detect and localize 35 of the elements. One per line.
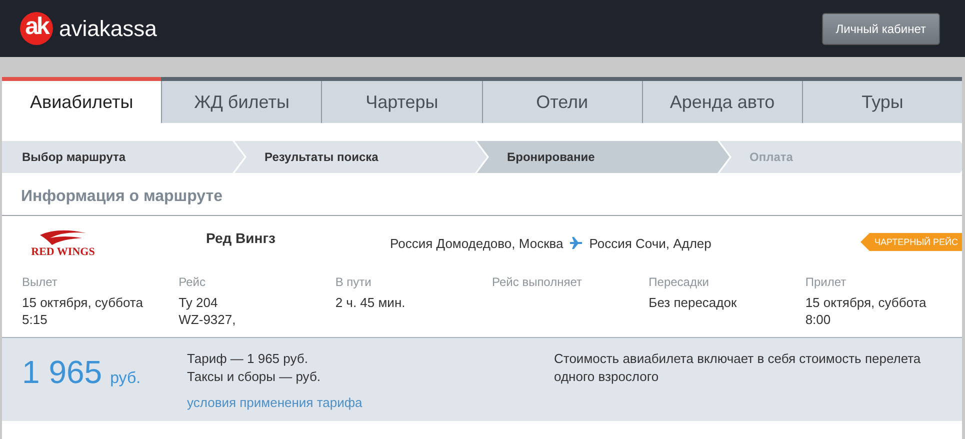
origin: Россия Домодедово, Москва [390,236,564,250]
detail-value: Без пересадок [648,294,737,311]
detail-label: Пересадки [648,275,709,289]
logo-text: aviakassa [59,16,157,42]
taxes-text: Таксы и сборы — руб. [187,368,321,386]
account-button[interactable]: Личный кабинет [822,12,940,44]
detail-value: 5:15 [22,311,48,328]
detail-value: 8:00 [805,311,831,328]
detail-label: В пути [335,275,372,289]
detail-value: Ту 204 [178,294,218,311]
airline-name: Ред Вингз [206,230,277,246]
airline-logo-text: RED WINGS [31,246,95,258]
price-amount: 1 965 [22,354,102,391]
step: Выбор маршрута [2,141,244,173]
detail-value: WZ-9327, [178,311,236,328]
detail-label: Рейс выполняет [492,275,582,289]
price-currency: руб. [110,370,141,388]
tab[interactable]: ЖД билеты [161,81,322,123]
tab[interactable]: Авиабилеты [2,77,162,123]
detail-label: Рейс [178,275,206,289]
step: Бронирование [477,141,730,173]
step: Оплата [720,141,962,173]
charter-badge: ЧАРТЕРНЫЙ РЕЙС [860,233,962,251]
detail-value: 2 ч. 45 мин. [335,294,406,311]
plane-icon [569,236,584,250]
detail-value: 15 октября, суббота [805,294,926,311]
destination: Россия Сочи, Адлер [589,236,712,250]
fare-text: Тариф — 1 965 руб. [187,350,308,368]
detail-label: Прилет [805,275,846,289]
logo-mark: ak [20,12,53,45]
section-title: Информация о маршруте [2,173,962,216]
price-note: Стоимость авиабилета включает в себя стоимость перелета одного взрослого [554,350,922,386]
detail-label: Вылет [22,275,58,289]
detail-value: 15 октября, суббота [22,294,143,311]
step: Результаты поиска [234,141,487,173]
